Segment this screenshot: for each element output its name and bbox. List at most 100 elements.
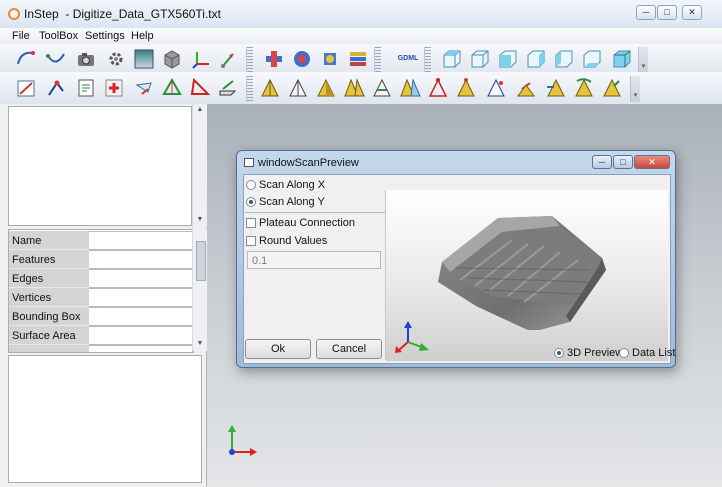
view-back-icon[interactable]	[524, 47, 548, 71]
prism-pick-icon[interactable]	[484, 76, 508, 100]
app-logo-icon	[8, 8, 20, 20]
measure-icon[interactable]	[14, 76, 38, 100]
plateau-label: Plateau Connection	[259, 217, 356, 229]
property-row	[9, 345, 193, 352]
property-label: Edges	[9, 269, 89, 288]
toolbar-overflow-button[interactable]: ▾	[630, 76, 640, 102]
sketch-icon[interactable]	[216, 76, 240, 100]
boolean-subtract-icon[interactable]	[290, 47, 314, 71]
boolean-union-icon[interactable]	[262, 47, 286, 71]
plane-tilt-icon[interactable]	[160, 76, 184, 100]
view-front-icon[interactable]	[468, 47, 492, 71]
view-iso-icon[interactable]	[610, 47, 634, 71]
round-value-input[interactable]: 0.1	[247, 251, 381, 269]
maximize-button[interactable]: □	[657, 5, 677, 20]
property-value-field[interactable]	[89, 345, 193, 352]
view-right-icon[interactable]	[496, 47, 520, 71]
edit-doc-icon[interactable]	[74, 76, 98, 100]
properties-scrollbar[interactable]: ▼	[192, 229, 207, 351]
prism-split-icon[interactable]	[398, 76, 422, 100]
toolbar-grip[interactable]	[424, 47, 431, 73]
scroll-down-arrow-icon[interactable]: ▼	[193, 216, 207, 223]
triangle-icon[interactable]	[188, 76, 212, 100]
prism-edges-icon[interactable]	[426, 76, 450, 100]
property-label: Name	[9, 231, 89, 250]
property-label: Bounding Box	[9, 307, 89, 326]
property-label: Features	[9, 250, 89, 269]
axis-transform-icon[interactable]	[190, 47, 214, 71]
curve-arc-icon[interactable]	[14, 47, 38, 71]
property-value-field[interactable]	[89, 250, 193, 269]
prism-node-icon[interactable]	[514, 76, 538, 100]
menu-settings[interactable]: Settings	[85, 30, 125, 42]
scan-surface-mesh	[420, 210, 620, 332]
view-bottom-icon[interactable]	[580, 47, 604, 71]
scan-y-label: Scan Along Y	[259, 196, 325, 208]
property-row: Name	[9, 231, 193, 250]
dialog-minimize-button[interactable]: ─	[592, 155, 612, 169]
spline-arrow-icon[interactable]	[218, 47, 242, 71]
plateau-checkbox[interactable]	[246, 218, 256, 228]
scan-y-radio[interactable]	[246, 197, 256, 207]
boolean-intersect-icon[interactable]	[318, 47, 342, 71]
prism-multi-icon[interactable]	[342, 76, 366, 100]
scan-x-radio[interactable]	[246, 180, 256, 190]
dialog-close-button[interactable]: ✕	[634, 155, 670, 169]
camera-icon[interactable]	[74, 47, 98, 71]
ok-button[interactable]: Ok	[245, 339, 311, 359]
close-button[interactable]: ✕	[682, 5, 702, 20]
tree-scrollbar[interactable]: ▲ ▼	[192, 104, 207, 228]
scene-tree[interactable]	[8, 106, 192, 226]
property-row: Surface Area	[9, 326, 193, 345]
property-value-field[interactable]	[89, 269, 193, 288]
property-label: Vertices	[9, 288, 89, 307]
scroll-down-arrow-icon[interactable]: ▼	[193, 340, 207, 347]
output-log[interactable]	[8, 355, 202, 483]
property-value-field[interactable]	[89, 231, 193, 250]
property-label	[9, 345, 89, 352]
color-gradient-icon[interactable]	[132, 47, 156, 71]
toolbar-grip[interactable]	[374, 47, 381, 73]
add-red-icon[interactable]	[102, 76, 126, 100]
scroll-up-arrow-icon[interactable]: ▲	[193, 106, 207, 113]
view-top-icon[interactable]	[440, 47, 464, 71]
cube-solid-icon[interactable]	[160, 47, 184, 71]
round-values-checkbox[interactable]	[246, 236, 256, 246]
prism-icon[interactable]	[258, 76, 282, 100]
properties-grid: Name Features Edges Vertices Bounding Bo…	[8, 229, 194, 353]
prism-cut-icon[interactable]	[600, 76, 624, 100]
toolbar-overflow-button[interactable]: ▾	[638, 47, 648, 73]
prism-slice-icon[interactable]	[370, 76, 394, 100]
menu-file[interactable]: File	[12, 30, 30, 42]
menu-toolbox[interactable]: ToolBox	[39, 30, 78, 42]
curve-line-icon[interactable]	[44, 47, 68, 71]
prism-rotate-icon[interactable]	[572, 76, 596, 100]
toolbar-grip[interactable]	[246, 47, 253, 73]
prism-edge-icon[interactable]	[286, 76, 310, 100]
property-label: Surface Area	[9, 326, 89, 345]
toolbar-grip[interactable]	[246, 76, 253, 102]
plane-arrow-icon[interactable]	[132, 76, 156, 100]
data-list-label: Data List	[632, 347, 676, 359]
3d-preview-radio[interactable]	[554, 348, 564, 358]
dialog-maximize-button[interactable]: □	[613, 155, 633, 169]
pick-point-icon[interactable]	[44, 76, 68, 100]
prism-wire-icon[interactable]	[454, 76, 478, 100]
scroll-thumb[interactable]	[196, 241, 206, 281]
prism-sweep-icon[interactable]	[544, 76, 568, 100]
gear-wrench-icon[interactable]	[104, 47, 128, 71]
menu-help[interactable]: Help	[131, 30, 154, 42]
minimize-button[interactable]: ─	[636, 5, 656, 20]
cancel-button[interactable]: Cancel	[316, 339, 382, 359]
property-value-field[interactable]	[89, 288, 193, 307]
gdml-icon[interactable]: GDML	[394, 47, 422, 71]
property-value-field[interactable]	[89, 307, 193, 326]
view-left-icon[interactable]	[552, 47, 576, 71]
gdml-label: GDML	[397, 55, 419, 62]
data-list-radio[interactable]	[619, 348, 629, 358]
prism-face-icon[interactable]	[314, 76, 338, 100]
round-values-label: Round Values	[259, 235, 328, 247]
options-divider	[245, 212, 385, 213]
layers-icon[interactable]	[346, 47, 370, 71]
property-value-field[interactable]	[89, 326, 193, 345]
